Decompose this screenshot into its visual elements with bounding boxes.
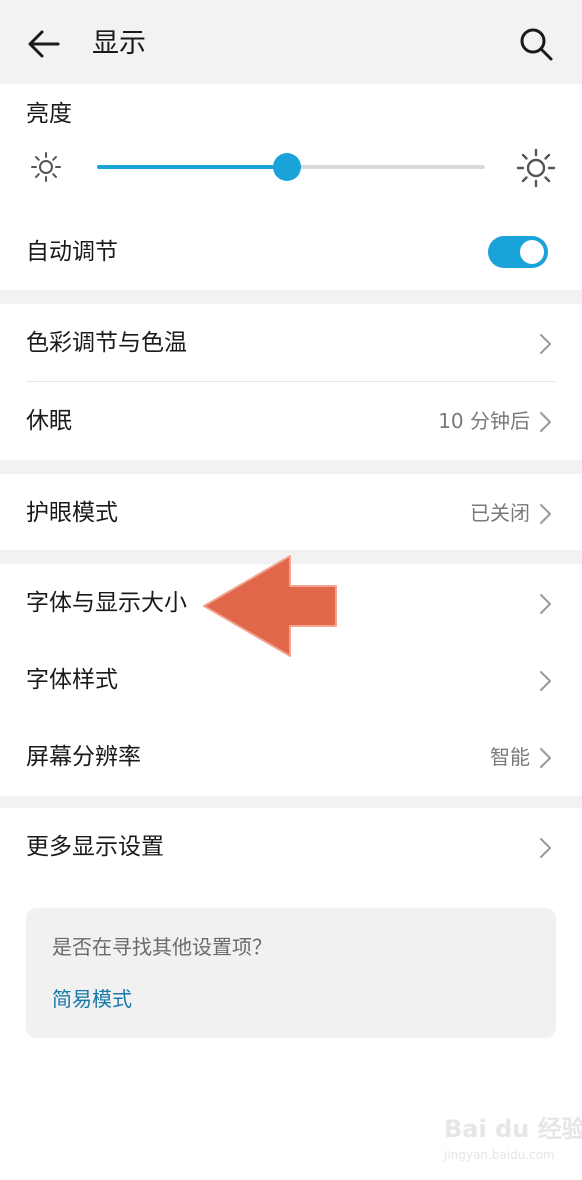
brightness-label: 亮度 [26, 101, 72, 127]
more-display-settings-label: 更多显示设置 [26, 834, 164, 860]
chevron-right-icon [540, 671, 551, 691]
auto-adjust-label: 自动调节 [26, 239, 118, 265]
chevron-right-icon [540, 412, 551, 432]
screen-resolution-label: 屏幕分辨率 [26, 744, 141, 770]
search-icon[interactable] [518, 26, 554, 62]
page-title: 显示 [92, 28, 146, 59]
brightness-slider[interactable] [97, 153, 485, 181]
eye-comfort-row[interactable]: 护眼模式 已关闭 [0, 474, 582, 552]
sleep-row[interactable]: 休眠 10 分钟后 [0, 382, 582, 460]
brightness-slider-thumb[interactable] [273, 153, 302, 181]
baidu-watermark: Bai du 经验 jingyan.baidu.com [438, 1110, 582, 1172]
sleep-value: 10 分钟后 [438, 409, 530, 433]
suggestion-question: 是否在寻找其他设置项？ [52, 935, 272, 959]
color-temperature-label: 色彩调节与色温 [26, 330, 187, 356]
back-arrow-icon[interactable] [26, 26, 62, 62]
section-gap [0, 796, 582, 808]
auto-adjust-toggle[interactable] [488, 236, 548, 268]
brightness-low-icon [31, 152, 61, 182]
eye-comfort-value: 已关闭 [470, 501, 530, 525]
watermark-url: jingyan.baidu.com [444, 1148, 555, 1162]
annotation-arrow-icon [203, 555, 337, 657]
chevron-right-icon [540, 334, 551, 354]
simple-mode-link[interactable]: 简易模式 [52, 982, 132, 1016]
section-gap [0, 290, 582, 304]
app-bar: 显示 [0, 0, 582, 84]
color-temperature-row[interactable]: 色彩调节与色温 [0, 304, 582, 382]
chevron-right-icon [540, 838, 551, 858]
watermark-logo: Bai du 经验 [444, 1115, 582, 1143]
eye-comfort-label: 护眼模式 [26, 500, 118, 526]
screen-resolution-row[interactable]: 屏幕分辨率 智能 [0, 718, 582, 796]
more-display-settings-row[interactable]: 更多显示设置 [0, 808, 582, 886]
toggle-knob [520, 240, 544, 264]
chevron-right-icon [540, 594, 551, 614]
brightness-slider-fill [97, 165, 288, 169]
font-style-label: 字体样式 [26, 667, 118, 693]
chevron-right-icon [540, 504, 551, 524]
section-gap [0, 460, 582, 474]
font-display-size-label: 字体与显示大小 [26, 590, 187, 616]
screen-resolution-value: 智能 [490, 745, 530, 769]
chevron-right-icon [540, 748, 551, 768]
brightness-high-icon [516, 148, 556, 188]
sleep-label: 休眠 [26, 408, 72, 434]
suggestion-card: 是否在寻找其他设置项？ 简易模式 [26, 908, 556, 1038]
